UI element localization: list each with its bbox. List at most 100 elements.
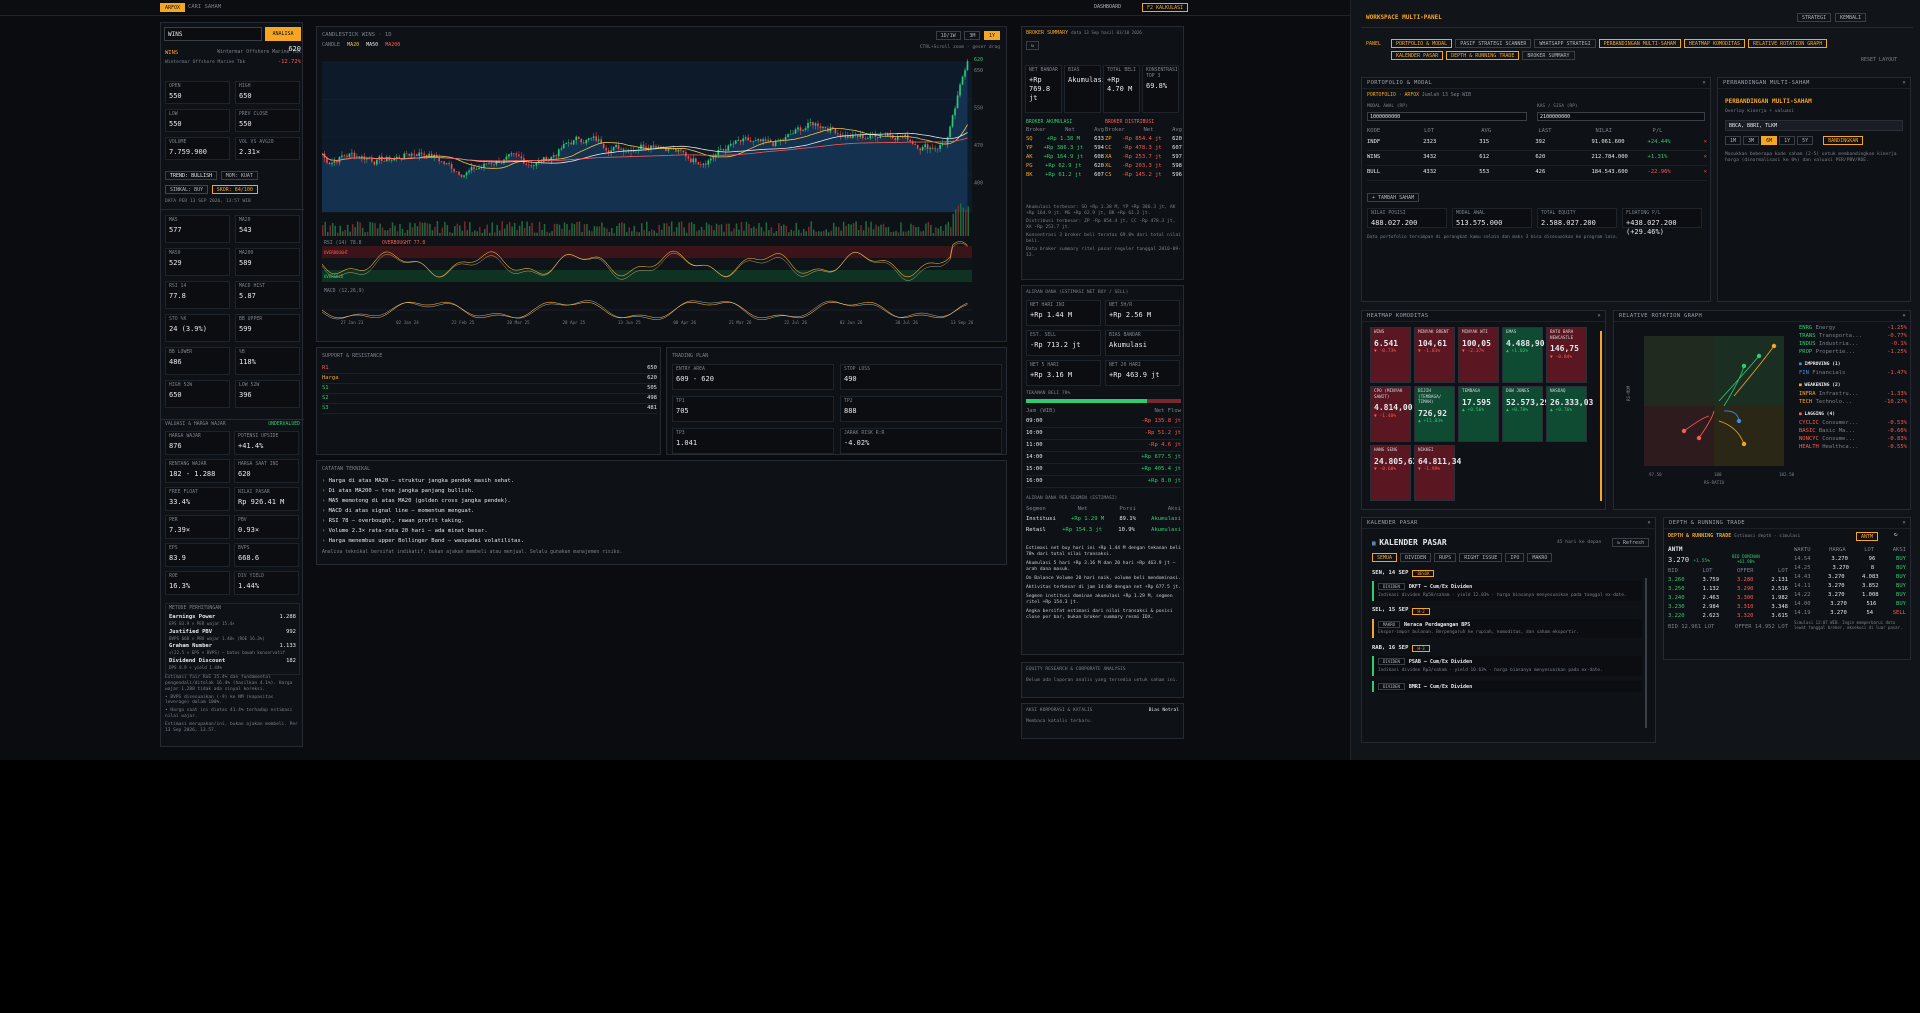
flow-time: 11:00 (1026, 441, 1043, 448)
tf-1y[interactable]: 1Y (983, 31, 1000, 40)
rrg-point[interactable] (1741, 441, 1747, 447)
sector-name: Industria... (1818, 341, 1859, 348)
tab-kalkulasi[interactable]: F2 KALKULASI (1142, 3, 1189, 12)
heatmap-cell[interactable]: CPO (MINYAK SAWIT) 4.814,00 ▼ -1.40% (1370, 386, 1413, 442)
panel-chip[interactable]: HEATMAP KOMODITAS (1683, 39, 1746, 48)
rrg-item[interactable]: NONCYC Consume... -0.83% (1799, 436, 1907, 444)
compare-tf-button[interactable]: 5Y (1797, 136, 1814, 145)
cash-input[interactable] (1537, 112, 1705, 121)
strategi-button[interactable]: STRATEGI (1797, 13, 1832, 22)
heatmap-cell[interactable]: NIKKEI 64.811,34 ▼ -1.99% (1414, 445, 1461, 501)
rrg-point[interactable] (1736, 418, 1742, 424)
calendar-tab[interactable]: RUPS (1434, 553, 1457, 562)
flow-note: Segmen institusi dominan akumulasi +Rp 1… (1026, 593, 1173, 605)
search-label[interactable]: CARI SAHAM (188, 4, 221, 11)
candle (371, 158, 373, 162)
rrg-item[interactable]: CYCLIC Consumer... -0.53% (1799, 420, 1907, 428)
compare-run-button[interactable]: BANDINGKAN (1823, 136, 1864, 145)
flow-tile-value: +Rp 463.9 jt (1109, 371, 1160, 380)
rrg-item[interactable]: INFRA Infrastru... -1.33% (1799, 391, 1907, 399)
rrg-item[interactable]: PROP Propertie... -1.25% (1799, 349, 1907, 357)
kembali-button[interactable]: KEMBALI (1835, 13, 1867, 22)
rrg-point[interactable] (1741, 363, 1747, 369)
calendar-event[interactable]: DIVIDEN BMRI — Cum/Ex Dividen (1372, 680, 1642, 693)
brand-logo[interactable]: ARFOX (160, 3, 186, 12)
close-icon[interactable]: × (1902, 311, 1906, 322)
heatmap-cell[interactable]: HANG SENG 24.805,63 ▼ -0.60% (1370, 445, 1417, 501)
heatmap-cell[interactable]: MINYAK BRENT 104,61 ▼ -1.81% (1414, 327, 1455, 383)
calendar-tab[interactable]: MAKRO (1527, 553, 1553, 562)
volume-bar (351, 224, 354, 236)
heatmap-cell[interactable]: BATU BARA NEWCASTLE 146,75 ▼ -0.84% (1546, 327, 1587, 383)
rrg-point[interactable] (1681, 428, 1687, 434)
calendar-event[interactable]: MAKRO Neraca Perdagangan BPS Ekspor-impor … (1372, 618, 1642, 639)
refresh-icon[interactable]: ↻ (1026, 41, 1040, 50)
rrg-item[interactable]: ENRG Energy -1.25% (1799, 325, 1907, 333)
panel-chip[interactable]: PORTFOLIO & MODAL (1391, 39, 1453, 48)
heatmap-cell[interactable]: EMAS 4.488,90 ▲ +1.02% (1502, 327, 1545, 383)
rrg-point[interactable] (1771, 343, 1777, 349)
plan-tile: STOP LOSS 490 (840, 364, 1002, 390)
add-stock-button[interactable]: + TAMBAH SAHAM (1367, 193, 1420, 202)
scrollbar[interactable] (1600, 331, 1602, 501)
tf-1d[interactable]: 1D/1W (935, 31, 961, 40)
volume-bar (825, 229, 827, 236)
panel-chip[interactable]: PASIF STRATEGI SCANNER (1455, 39, 1532, 48)
flow-tile-label: NET 5 HARI (1030, 363, 1059, 368)
close-icon[interactable]: × (1647, 518, 1651, 529)
ticker-search-input[interactable] (164, 27, 262, 41)
rrg-item[interactable]: TECH Technolo... -10.27% (1799, 399, 1907, 407)
heatmap-cell[interactable]: TEMBAGA 17.595 ▲ +0.56% (1458, 386, 1499, 442)
heatmap-cell[interactable]: NASDAQ 26.333,03 ▲ +0.76% (1546, 386, 1593, 442)
candlestick-chart[interactable]: 650 550 470 400 620 RSI (14) 78.8 OVERBOUGHT 7… (322, 57, 1002, 339)
compare-tf-button[interactable]: 3M (1743, 136, 1760, 145)
heatmap-cell[interactable]: DOW JONES 52.573,29 ▲ +0.70% (1502, 386, 1549, 442)
rrg-item[interactable]: TRANS Transporta... -0.77% (1799, 333, 1907, 341)
delete-icon[interactable]: × (1704, 139, 1707, 146)
rrg-item[interactable]: INDUS Industria... -0.1% (1799, 341, 1907, 349)
modal-input[interactable] (1367, 112, 1527, 121)
panel-chip[interactable]: BROKER SUMMARY (1522, 51, 1575, 60)
compare-tf-button[interactable]: 6M (1761, 136, 1778, 145)
ohlc-tile: PREV CLOSE 550 (235, 109, 300, 132)
analyze-button[interactable]: ANALISA (265, 27, 301, 41)
compare-tf-button[interactable]: 1Y (1779, 136, 1796, 145)
calendar-event[interactable]: DIVIDEN PSAB — Cum/Ex Dividen Indikasi div… (1372, 656, 1642, 676)
calendar-tab[interactable]: DIVIDEN (1400, 553, 1432, 562)
rrg-item[interactable]: FIN Financials -1.47% (1799, 370, 1907, 378)
reset-layout-button[interactable]: RESET LAYOUT (1861, 57, 1897, 64)
compare-input[interactable] (1725, 120, 1903, 131)
calendar-tab[interactable]: IPO (1505, 553, 1525, 562)
scrollbar[interactable] (1645, 578, 1647, 728)
close-icon[interactable]: × (1902, 518, 1906, 529)
panel-chip[interactable]: RELATIVE ROTATION GRAPH (1748, 39, 1828, 48)
heatmap-cell[interactable]: MINYAK WTI 100,05 ▼ -2.37% (1458, 327, 1499, 383)
close-icon[interactable]: × (1902, 78, 1906, 89)
tab-dashboard[interactable]: DASHBOARD (1090, 3, 1125, 12)
heatmap-cell[interactable]: WINS 6.541 ▼ -0.73% (1370, 327, 1411, 383)
calendar-refresh-button[interactable]: ↻ Refresh (1612, 538, 1650, 547)
rrg-item[interactable]: HEALTH Healthca... -0.55% (1799, 444, 1907, 452)
close-icon[interactable]: × (1702, 78, 1706, 89)
panel-chip[interactable]: KALENDER PASAR (1391, 51, 1444, 60)
calendar-tab[interactable]: RIGHT ISSUE (1459, 553, 1503, 562)
rrg-chart[interactable]: 97.50 100 102.50 RS-RATIO RS-MOM (1624, 326, 1794, 486)
rrg-point[interactable] (1696, 435, 1702, 441)
data-timestamp: DATA PER 13 SEP 2026, 13:57 WIB (165, 199, 251, 204)
panel-chip[interactable]: PERBANDINGAN MULTI-SAHAM (1598, 39, 1681, 48)
close-icon[interactable]: × (1597, 311, 1601, 322)
delete-icon[interactable]: × (1704, 169, 1707, 176)
calendar-tab[interactable]: SEMUA (1372, 553, 1398, 562)
tf-3m[interactable]: 3M (964, 31, 981, 40)
rrg-point[interactable] (1756, 353, 1762, 359)
refresh-icon[interactable]: ↻ (1894, 531, 1898, 539)
delete-icon[interactable]: × (1704, 154, 1707, 161)
rrg-item[interactable]: BASIC Basic Ma... -0.66% (1799, 428, 1907, 436)
depth-ticker-select[interactable]: ANTM (1856, 532, 1879, 541)
calendar-event[interactable]: DIVIDEN DKFT — Cum/Ex Dividen Indikasi div… (1372, 581, 1642, 601)
panel-chip[interactable]: WHATSAPP STRATEGI (1534, 39, 1596, 48)
compare-tf-button[interactable]: 1M (1725, 136, 1742, 145)
heatmap-cell[interactable]: BIJIH (TEMBAGA/ TIMAH) 726,92 ▲ +11.03% (1414, 386, 1455, 442)
panel-chip[interactable]: DEPTH & RUNNING TRADE (1446, 51, 1520, 60)
sector-code: HEALTH (1799, 444, 1819, 451)
